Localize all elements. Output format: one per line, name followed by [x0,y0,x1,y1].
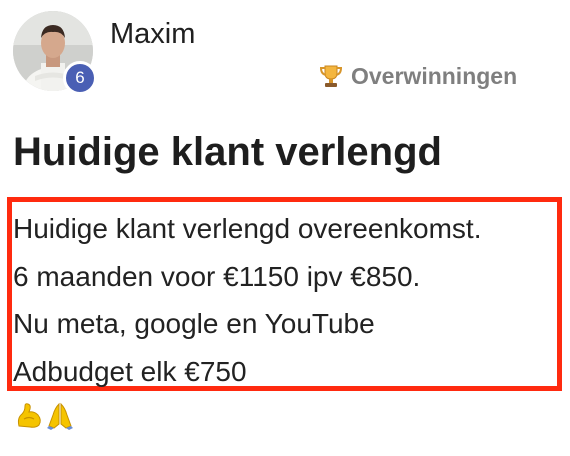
post-category[interactable]: Overwinningen [318,60,517,92]
body-line: Nu meta, google en YouTube [13,308,375,339]
post-body: Huidige klant verlengd overeenkomst. 6 m… [13,205,481,395]
trophy-icon [319,65,343,87]
author-name[interactable]: Maxim [110,17,195,51]
post-header: 6 Maxim Overwinningen [0,0,570,110]
category-label: Overwinningen [351,62,518,89]
level-badge: 6 [63,61,97,95]
post-title: Huidige klant verlengd [13,130,442,174]
body-line: Adbudget elk €750 [13,355,247,387]
flexed-biceps-icon [17,403,41,428]
body-line: Huidige klant verlengd overeenkomst. [13,213,482,244]
body-line: 6 maanden voor €1150 ipv €850. [13,260,421,292]
folded-hands-icon [47,402,73,430]
emoji-row [14,400,75,432]
